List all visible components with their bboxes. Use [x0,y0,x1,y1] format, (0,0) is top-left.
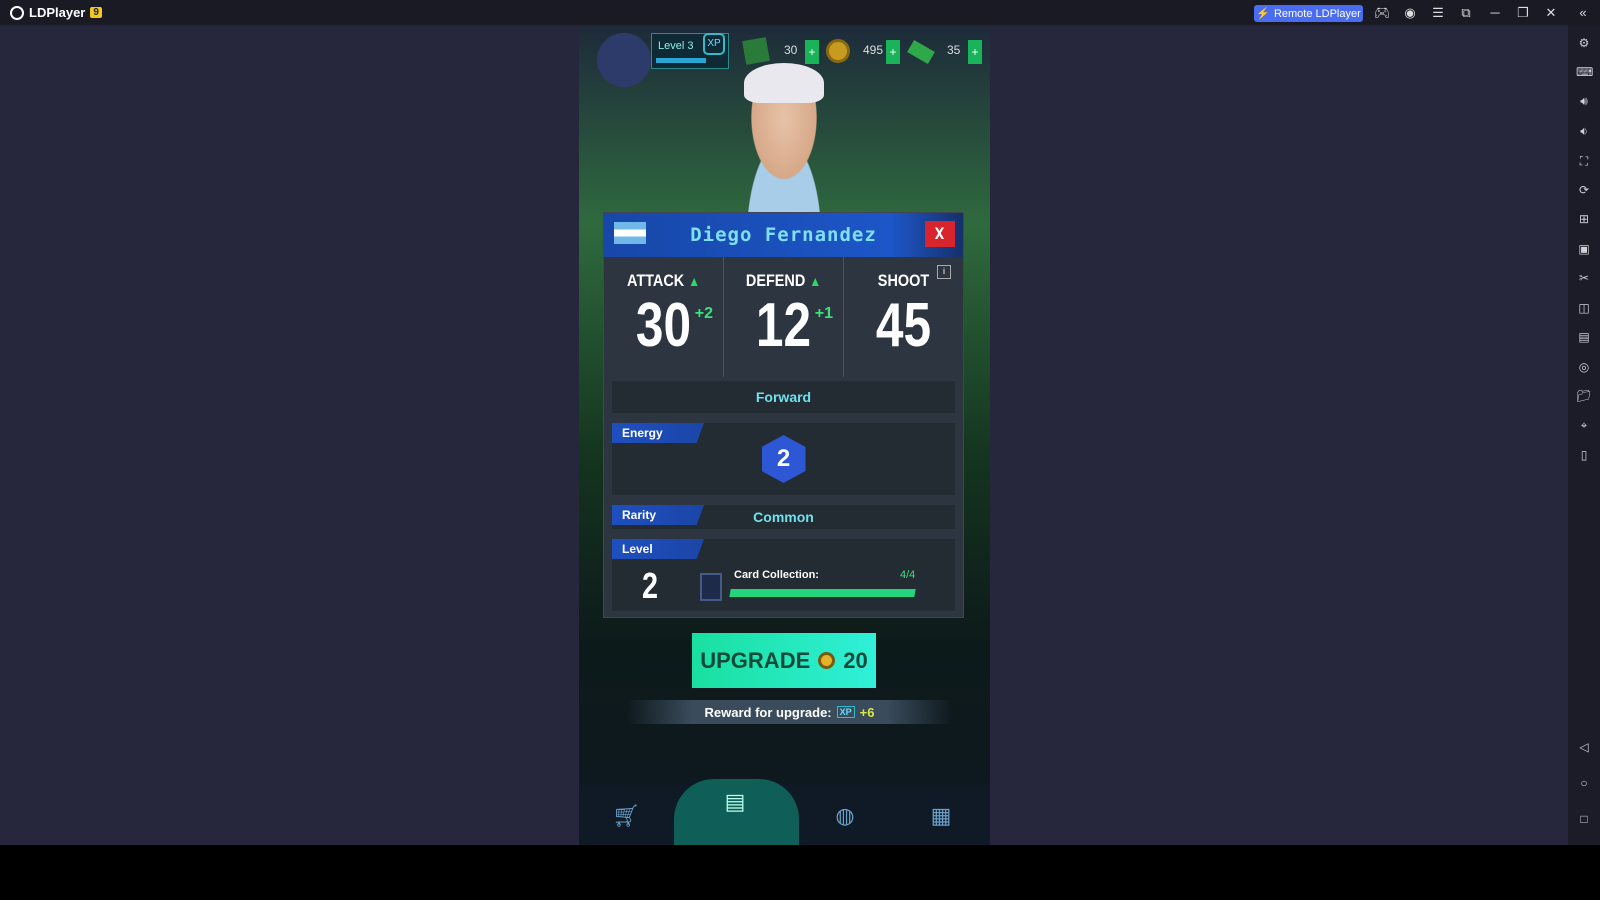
dialog-header: Diego Fernandez X [604,213,963,257]
ldplayer-icon [10,5,24,20]
app-logo: LDPlayer 9 [10,5,102,20]
stats-panel: ATTACK ▲ 30 +2 DEFEND ▲ 12 +1 SHOOT 45 i [604,257,963,377]
upgrade-reward: Reward for upgrade: XP +6 [627,700,952,724]
coin-icon [826,39,850,63]
upgrade-label: UPGRADE [700,647,811,673]
position-label: Forward [612,381,955,413]
reward-value: +6 [859,704,875,720]
rarity-row: Rarity Common [612,505,955,529]
keyboard-icon[interactable]: ⌨ [1576,64,1593,80]
xp-progress [656,58,706,63]
player-card-dialog: Diego Fernandez X ATTACK ▲ 30 +2 DEFEND ▲ 1… [603,212,964,618]
card-icon [700,573,722,601]
collection-label: Card Collection: [734,569,819,581]
multi-instance-icon[interactable]: ◫ [1576,300,1592,316]
cards-count: 30 [784,43,798,57]
home-icon[interactable]: ○ [1576,775,1592,791]
cards-icon[interactable]: ▤ [720,789,750,819]
screenshot-icon[interactable]: ⛶ [1576,153,1592,169]
remote-label: Remote LDPlayer [1273,7,1361,20]
settings-icon[interactable]: ⚙ [1576,35,1592,51]
energy-hex-icon: 2 [761,435,806,483]
sync-icon[interactable]: ⟳ [1576,182,1592,198]
xp-icon: XP [703,33,725,55]
add-apk-icon[interactable]: ⊞ [1576,211,1592,227]
stat-attack: ATTACK ▲ 30 +2 [604,257,723,377]
arrow-up-icon: ▲ [809,273,822,289]
close-window-button[interactable]: ✕ [1543,5,1559,21]
calendar-icon[interactable]: ▦ [926,803,956,833]
resize-icon[interactable]: ⧉ [1458,5,1474,21]
right-toolbar: ⚙ ⌨ 🔊︎ 🔉︎ ⛶ ⟳ ⊞ ▣ ✂ ◫ ▤ ◎ 📁︎ ⌖ ▯ ◁ ○ □ [1568,25,1600,845]
stat-label: SHOOT [877,271,930,290]
operations-icon[interactable]: ▤ [1576,329,1592,345]
add-coins-button[interactable]: + [886,40,900,64]
close-button[interactable]: X [925,221,955,247]
info-button[interactable]: i [937,265,951,279]
recents-icon[interactable]: □ [1576,811,1592,827]
shop-cart-icon[interactable]: 🛒︎ [611,803,641,833]
stat-shoot: SHOOT 45 i [843,257,963,377]
stat-bonus: +2 [694,305,713,322]
record-icon[interactable]: ◎ [1576,359,1592,375]
location-icon[interactable]: ⌖ [1576,417,1592,433]
collection-count: 4/4 [900,569,916,581]
app-title: LDPlayer [29,5,86,20]
add-cash-button[interactable]: + [968,40,982,64]
arrow-up-icon: ▲ [688,273,701,289]
xp-icon: XP [836,706,855,718]
volume-up-icon[interactable]: 🔊︎ [1576,93,1592,109]
account-icon[interactable]: ◉ [1402,5,1418,21]
volume-down-icon[interactable]: 🔉︎ [1576,123,1592,139]
gamepad-icon[interactable]: 🎮︎ [1374,5,1391,21]
energy-label: Energy [612,423,704,443]
stat-label: ATTACK [626,271,685,290]
stat-bonus: +1 [814,305,833,322]
argentina-flag-icon [614,222,646,244]
profile-avatar[interactable] [597,33,651,87]
stat-value: 30 [635,291,692,360]
game-screen: Level 3 XP 30 + 495 + 35 + Diego Fernand… [579,25,990,845]
card-pack-icon [742,37,770,65]
version-badge: 9 [90,7,102,18]
remote-ldplayer-button[interactable]: ⚡ Remote LDPlayer [1254,5,1363,22]
add-cards-button[interactable]: + [805,40,819,64]
title-bar: LDPlayer 9 ⚡ Remote LDPlayer 🎮︎ ◉ ☰ ⧉ ─ ❐ … [0,0,1600,25]
minimize-button[interactable]: ─ [1487,5,1503,21]
scissors-icon[interactable]: ✂ [1576,270,1592,286]
globe-icon[interactable]: ◍ [830,803,860,833]
stat-label: DEFEND [745,271,806,290]
cash-icon [907,39,935,65]
rarity-label: Rarity [612,505,704,525]
stat-value: 12 [755,291,812,360]
stat-defend: DEFEND ▲ 12 +1 [723,257,843,377]
upgrade-cost: 20 [843,647,868,673]
level-label: Level [612,539,704,559]
cash-count: 35 [947,43,961,57]
energy-row: Energy 2 [612,423,955,495]
apk-icon[interactable]: ▣ [1576,241,1592,257]
upgrade-button[interactable]: UPGRADE 20 [692,633,876,688]
level-row: Level 2 Card Collection: 4/4 [612,539,955,611]
bottom-nav: 🛒︎ ▤ ◍ ▦ [579,779,990,845]
reward-label: Reward for upgrade: [704,704,832,720]
folder-icon[interactable]: 📁︎ [1576,388,1592,404]
level-value: 2 [642,565,659,606]
back-icon[interactable]: ◁ [1576,739,1592,755]
collapse-sidebar-icon[interactable]: « [1575,5,1591,21]
player-name: Diego Fernandez [690,224,877,246]
level-label: Level 3 [658,40,694,52]
coins-count: 495 [863,43,884,57]
stat-value: 45 [875,291,932,360]
restore-button[interactable]: ❐ [1515,5,1531,21]
shake-icon[interactable]: ▯ [1576,447,1592,463]
player-hair [744,63,824,103]
coin-icon [818,652,836,669]
menu-icon[interactable]: ☰ [1430,5,1446,21]
collection-progress-bar [729,589,916,597]
lightning-icon: ⚡ [1256,8,1270,20]
